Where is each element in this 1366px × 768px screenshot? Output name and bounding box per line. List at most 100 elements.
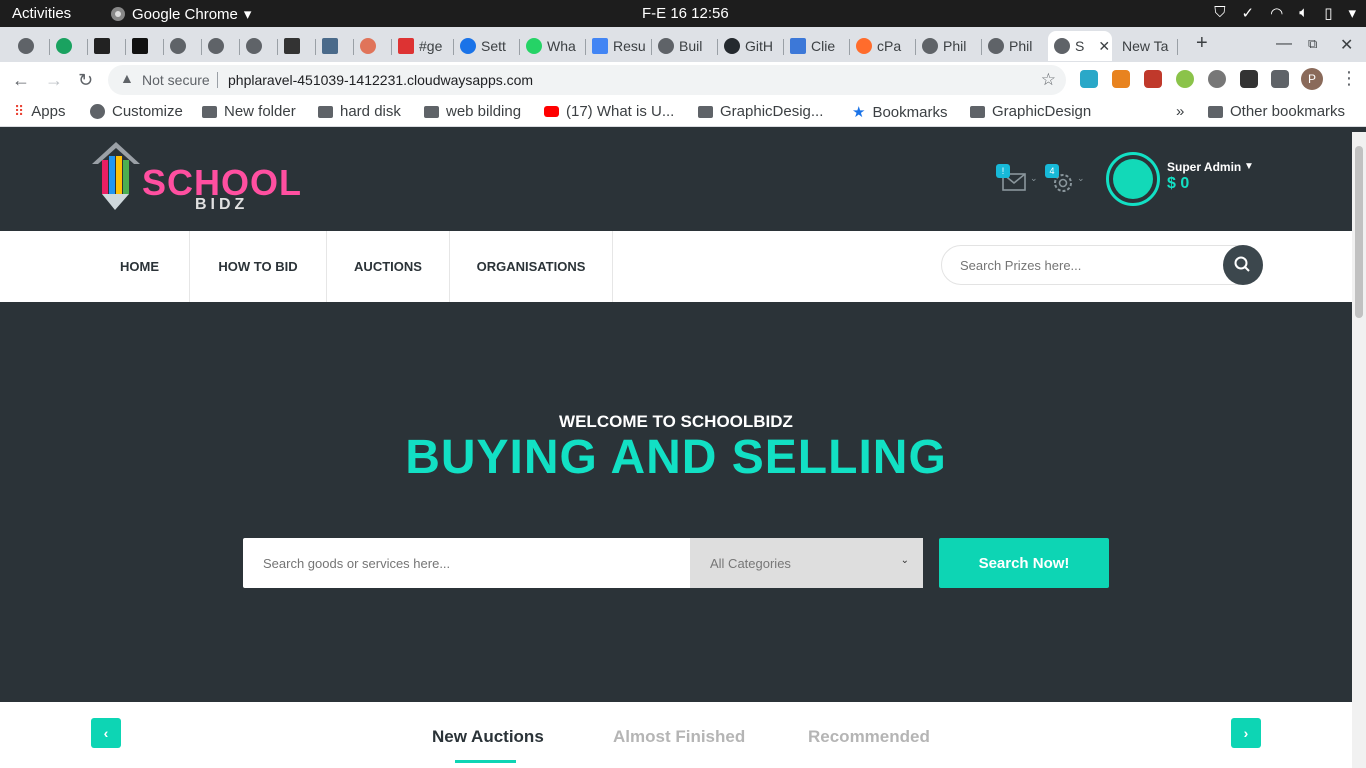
search-button[interactable] [1223,245,1263,285]
prize-search-input[interactable] [960,255,1210,275]
globe-icon [246,38,262,54]
browser-tab-active[interactable]: S ✕ [1048,31,1112,61]
close-tab-icon[interactable]: ✕ [1098,38,1110,55]
browser-tab[interactable] [354,31,392,61]
chrome-icon [111,7,125,21]
site-header: SCHOOL BIDZ ! ⌄ 4 ⌄ Super Admin $ 0 ▼ [0,132,1352,231]
page-scrollbar[interactable] [1352,132,1366,768]
close-window-icon[interactable]: ✕ [1340,35,1353,55]
hero-title: BUYING AND SELLING [405,431,947,484]
nav-how-to-bid[interactable]: HOW TO BID [190,231,327,302]
globe-icon [170,38,186,54]
check-icon[interactable]: ✓ [1242,4,1255,22]
extension-icon[interactable] [1144,70,1162,88]
nav-auctions[interactable]: AUCTIONS [327,231,450,302]
browser-tab[interactable]: Wha [520,31,586,61]
minimize-icon[interactable]: — [1276,35,1292,53]
security-label[interactable]: Not secure [142,72,210,88]
messages-menu[interactable]: ! ⌄ [996,164,1040,195]
tab-favicon-icon [94,38,110,54]
search-now-button[interactable]: Search Now! [939,538,1109,588]
browser-tab[interactable]: Phil [916,31,982,61]
tab-recommended[interactable]: Recommended [808,727,930,747]
browser-tab[interactable]: GitH [718,31,784,61]
bookmark-apps[interactable]: ⠿ Apps [14,103,65,120]
menu-icon[interactable]: ⋮ [1340,68,1358,89]
gear-icon [460,38,476,54]
profile-avatar[interactable]: P [1301,68,1323,90]
url-text[interactable]: phplaravel-451039-1412231.cloudwaysapps.… [228,72,533,88]
next-arrow-icon[interactable]: › [1231,718,1261,748]
battery-icon[interactable]: ▯ [1324,4,1332,22]
new-tab-icon[interactable]: + [1196,32,1208,55]
browser-tab[interactable] [88,31,126,61]
extension-icon[interactable] [1080,70,1098,88]
browser-tab[interactable]: Clie [784,31,850,61]
caret-down-icon[interactable]: ▾ [1348,4,1356,22]
user-name[interactable]: Super Admin [1167,160,1241,174]
reload-icon[interactable]: ↻ [78,70,93,91]
bookmark-customize[interactable]: Customize [90,103,183,120]
browser-tab[interactable]: Sett [454,31,520,61]
clock[interactable]: F-E 16 12:56 [642,5,729,22]
goods-search-input[interactable] [263,553,663,573]
chevron-down-icon[interactable]: ▼ [1244,161,1254,172]
bookmarks-overflow[interactable]: » [1176,103,1184,120]
browser-tab[interactable] [202,31,240,61]
system-top-bar: Activities Google Chrome ▾ F-E 16 12:56 … [0,0,1366,27]
browser-tab[interactable] [164,31,202,61]
toolbar: ← → ↻ ▲ Not secure phplaravel-451039-141… [0,62,1366,97]
app-menu[interactable]: Google Chrome ▾ [110,5,251,23]
folder-icon [970,105,985,118]
browser-tab[interactable] [316,31,354,61]
system-tray[interactable]: ⛉ ✓ ◠ 🔈︎ ▯ ▾ [1214,4,1356,22]
bookmark-star-icon[interactable]: ☆ [1041,70,1056,90]
bookmark-folder[interactable]: hard disk [318,103,401,120]
category-select[interactable]: All Categories ⌄ [690,538,923,588]
browser-tab[interactable] [240,31,278,61]
scrollbar-thumb[interactable] [1355,146,1363,318]
browser-tab[interactable] [12,31,50,61]
browser-tab[interactable]: Phil [982,31,1048,61]
browser-tab[interactable] [278,31,316,61]
browser-tab[interactable]: #ge [392,31,454,61]
shield-icon[interactable]: ⛉ [1214,4,1225,22]
metamask-icon[interactable] [1112,70,1130,88]
browser-tab[interactable] [50,31,88,61]
bookmark-folder[interactable]: web bilding [424,103,521,120]
bookmark-youtube[interactable]: (17) What is U... [544,103,674,120]
tab-new-auctions[interactable]: New Auctions [432,727,544,747]
category-select-value: All Categories [710,556,791,571]
activities-button[interactable]: Activities [12,5,71,22]
bookmark-folder[interactable]: GraphicDesig... [698,103,823,120]
bookmark-folder[interactable]: New folder [202,103,296,120]
browser-tab[interactable]: Resu [586,31,652,61]
extension-icon[interactable] [1240,70,1258,88]
hero-search-form: All Categories ⌄ [243,538,923,588]
extension-icon[interactable] [1176,70,1194,88]
nav-home[interactable]: HOME [90,231,190,302]
omnibox[interactable]: ▲ Not secure phplaravel-451039-1412231.c… [108,65,1066,95]
site-logo[interactable]: SCHOOL BIDZ [90,140,305,213]
extension-icon[interactable] [1208,70,1226,88]
warning-icon[interactable]: ▲ [120,70,134,86]
bookmark-folder[interactable]: ★ Bookmarks [852,103,947,122]
puzzle-icon[interactable] [1271,70,1289,88]
browser-tab[interactable]: Buil [652,31,718,61]
caret-down-icon: ▾ [243,6,252,23]
wifi-icon[interactable]: ◠ [1270,4,1283,22]
browser-tab[interactable] [126,31,164,61]
browser-tab[interactable]: cPa [850,31,916,61]
nav-organisations[interactable]: ORGANISATIONS [450,231,613,302]
user-avatar[interactable] [1106,152,1160,206]
tab-almost-finished[interactable]: Almost Finished [613,727,745,747]
browser-tab[interactable]: New Ta [1116,31,1178,61]
prev-arrow-icon[interactable]: ‹ [91,718,121,748]
volume-icon[interactable]: 🔈︎ [1299,4,1308,22]
restore-icon[interactable]: ⧉ [1308,36,1317,52]
settings-menu[interactable]: 4 ⌄ [1045,164,1089,195]
bookmark-folder[interactable]: GraphicDesign [970,103,1091,120]
forward-icon[interactable]: → [45,70,63,91]
other-bookmarks[interactable]: Other bookmarks [1208,103,1345,120]
back-icon[interactable]: ← [12,70,30,91]
